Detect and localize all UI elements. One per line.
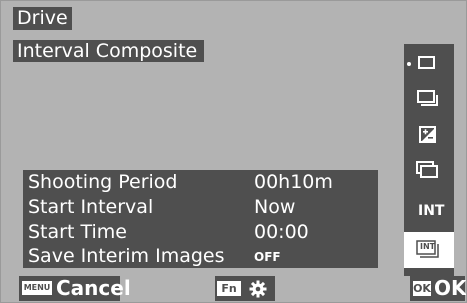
menu-key-badge: MENU bbox=[22, 281, 52, 295]
drive-mode-name: Interval Composite bbox=[13, 40, 204, 62]
single-frame-icon bbox=[417, 55, 437, 71]
setting-value[interactable]: 00:00 bbox=[254, 220, 309, 244]
exposure-bracket-item[interactable] bbox=[404, 118, 454, 154]
setting-label: Start Time bbox=[28, 221, 127, 243]
setting-row-shooting-period[interactable]: Shooting Period 00h10m bbox=[23, 170, 378, 194]
drive-mode-menu: INT INT bbox=[404, 44, 454, 276]
interval-shooting-icon: INT bbox=[418, 203, 445, 219]
setting-value[interactable]: 00h10m bbox=[254, 170, 333, 194]
setting-label: Shooting Period bbox=[28, 171, 178, 193]
interval-composite-item[interactable]: INT bbox=[404, 232, 454, 268]
setting-label: Save Interim Images bbox=[28, 245, 225, 267]
exposure-bracket-icon bbox=[419, 126, 437, 144]
multi-exposure-item[interactable] bbox=[404, 154, 454, 190]
setting-label: Start Interval bbox=[28, 196, 154, 218]
camera-menu-screen: Drive Interval Composite Shooting Period… bbox=[0, 0, 467, 303]
continuous-shooting-item[interactable] bbox=[404, 82, 454, 118]
fn-settings-button[interactable]: Fn bbox=[215, 276, 275, 301]
cancel-button[interactable]: MENU Cancel bbox=[19, 276, 131, 301]
setting-value[interactable]: OFF bbox=[254, 245, 281, 269]
multi-exposure-icon bbox=[416, 161, 440, 181]
current-mode-dot bbox=[407, 62, 411, 66]
interval-composite-label: INT bbox=[420, 242, 436, 251]
fn-key-badge: Fn bbox=[217, 281, 241, 296]
ok-label: OK bbox=[434, 276, 467, 300]
setting-row-start-interval[interactable]: Start Interval Now bbox=[23, 195, 378, 219]
menu-title: Drive bbox=[13, 7, 72, 30]
continuous-shooting-icon bbox=[417, 90, 441, 110]
ok-key-badge: OK bbox=[413, 281, 431, 296]
ok-button[interactable]: OK OK bbox=[410, 276, 467, 301]
cancel-label: Cancel bbox=[56, 276, 131, 300]
setting-row-start-time[interactable]: Start Time 00:00 bbox=[23, 220, 378, 244]
setting-row-save-interim-images[interactable]: Save Interim Images OFF bbox=[23, 244, 378, 268]
settings-panel: Shooting Period 00h10m Start Interval No… bbox=[23, 170, 378, 268]
interval-shooting-item[interactable]: INT bbox=[404, 194, 454, 230]
single-frame-item[interactable] bbox=[404, 46, 454, 82]
setting-value[interactable]: Now bbox=[254, 195, 295, 219]
gear-icon bbox=[249, 280, 267, 298]
